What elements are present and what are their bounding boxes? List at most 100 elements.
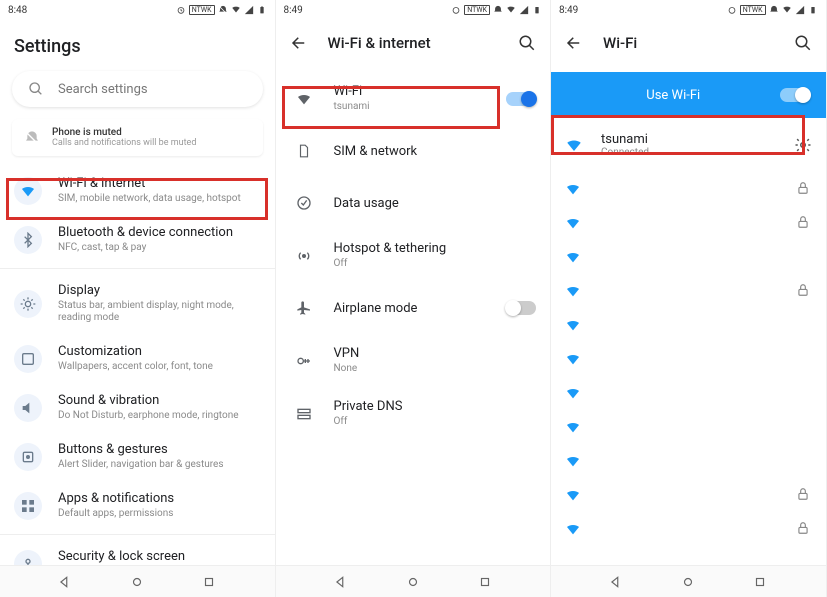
page-title: Wi-Fi & internet (328, 34, 499, 52)
nav-home-icon[interactable] (406, 575, 420, 589)
settings-item-bluetooth[interactable]: Bluetooth & device connection NFC, cast,… (0, 215, 275, 264)
wifi-icon (290, 85, 318, 113)
wifi-network-row[interactable] (551, 342, 826, 376)
muted-sub: Calls and notifications will be muted (52, 138, 196, 148)
nav-home-icon[interactable] (681, 575, 695, 589)
lock-icon (796, 181, 812, 197)
wifi-icon (565, 317, 581, 333)
back-button[interactable] (563, 32, 585, 54)
item-title: Hotspot & tethering (334, 241, 537, 256)
alarm-icon (451, 5, 461, 15)
back-button[interactable] (288, 32, 310, 54)
item-sub: Default apps, permissions (58, 508, 261, 520)
wifi-network-row[interactable] (551, 444, 826, 478)
item-sub: SIM, mobile network, data usage, hotspot (58, 193, 261, 205)
setting-sim[interactable]: SIM & network (276, 125, 551, 177)
search-button[interactable] (516, 32, 538, 54)
item-sub: None (334, 363, 537, 375)
phone-muted-card[interactable]: Phone is muted Calls and notifications w… (12, 119, 263, 156)
signal-icon (244, 5, 254, 15)
muted-title: Phone is muted (52, 127, 196, 138)
carrier-badge: NTWK (464, 5, 490, 15)
item-title: Wi-Fi (334, 84, 491, 99)
lock-icon (796, 487, 812, 503)
alarm-icon (176, 5, 186, 15)
settings-item-wifi[interactable]: Wi-Fi & internet SIM, mobile network, da… (0, 166, 275, 215)
setting-wifi[interactable]: Wi-Fi tsunami (276, 72, 551, 125)
wifi-toggle[interactable] (506, 92, 536, 106)
setting-vpn[interactable]: VPN None (276, 334, 551, 387)
item-sub: NFC, cast, tap & pay (58, 242, 261, 254)
page-title: Wi-Fi (603, 34, 774, 52)
item-sub: Do Not Disturb, earphone mode, ringtone (58, 410, 261, 422)
airplane-toggle[interactable] (506, 301, 536, 315)
wifi-icon (565, 487, 581, 503)
wifi-icon (565, 385, 581, 401)
search-input[interactable]: Search settings (12, 71, 263, 107)
wifi-network-row[interactable] (551, 410, 826, 444)
item-sub: Alert Slider, navigation bar & gestures (58, 459, 261, 471)
wifi-network-row[interactable] (551, 274, 826, 308)
battery-icon (808, 5, 818, 15)
wifi-network-row[interactable] (551, 240, 826, 274)
mute-icon (24, 130, 40, 146)
settings-item-gesture[interactable]: Buttons & gestures Alert Slider, navigat… (0, 432, 275, 481)
settings-item-volume[interactable]: Sound & vibration Do Not Disturb, earpho… (0, 383, 275, 432)
wifi-icon (565, 283, 581, 299)
settings-item-apps[interactable]: Apps & notifications Default apps, permi… (0, 481, 275, 530)
signal-icon (519, 5, 529, 15)
item-title: Customization (58, 344, 261, 359)
wifi-network-row[interactable] (551, 376, 826, 410)
dnd-icon (493, 5, 503, 15)
clock: 8:48 (8, 5, 27, 16)
status-bar: 8:49 NTWK (551, 0, 826, 20)
wifi-network-row[interactable] (551, 512, 826, 546)
nav-recent-icon[interactable] (753, 575, 767, 589)
wifi-icon (565, 419, 581, 435)
settings-gear-icon[interactable] (794, 136, 812, 154)
nav-back-icon[interactable] (609, 575, 623, 589)
vpn-icon (290, 347, 318, 375)
use-wifi-toggle[interactable] (780, 88, 810, 102)
dnd-icon (218, 5, 228, 15)
item-title: VPN (334, 346, 537, 361)
item-title: Apps & notifications (58, 491, 261, 506)
palette-icon (14, 345, 42, 373)
network-name: tsunami (601, 132, 776, 147)
network-status: Connected (601, 147, 776, 158)
connected-network-row[interactable]: tsunami Connected (551, 118, 826, 172)
volume-icon (14, 394, 42, 422)
settings-screen: 8:48 NTWK Settings Search settings Phone… (0, 0, 276, 597)
search-placeholder: Search settings (58, 82, 148, 97)
carrier-badge: NTWK (189, 5, 215, 15)
nav-bar (0, 565, 275, 597)
setting-airplane[interactable]: Airplane mode (276, 282, 551, 334)
brightness-icon (14, 290, 42, 318)
nav-back-icon[interactable] (58, 575, 72, 589)
use-wifi-label: Use Wi-Fi (567, 88, 780, 103)
search-button[interactable] (792, 32, 814, 54)
item-title: Airplane mode (334, 301, 491, 316)
nav-recent-icon[interactable] (478, 575, 492, 589)
wifi-network-row[interactable] (551, 206, 826, 240)
nav-bar (276, 565, 551, 597)
use-wifi-toggle-row[interactable]: Use Wi-Fi (551, 72, 826, 118)
nav-home-icon[interactable] (130, 575, 144, 589)
setting-dns[interactable]: Private DNS Off (276, 387, 551, 440)
item-sub: Off (334, 258, 537, 270)
nav-recent-icon[interactable] (202, 575, 216, 589)
setting-data[interactable]: Data usage (276, 177, 551, 229)
wifi-network-row[interactable] (551, 478, 826, 512)
wifi-status-icon (782, 5, 792, 15)
wifi-icon (14, 177, 42, 205)
nav-back-icon[interactable] (334, 575, 348, 589)
wifi-network-row[interactable] (551, 308, 826, 342)
settings-item-brightness[interactable]: Display Status bar, ambient display, nig… (0, 273, 275, 334)
setting-hotspot[interactable]: Hotspot & tethering Off (276, 229, 551, 282)
settings-item-palette[interactable]: Customization Wallpapers, accent color, … (0, 334, 275, 383)
carrier-badge: NTWK (740, 5, 766, 15)
airplane-icon (290, 294, 318, 322)
wifi-network-row[interactable] (551, 172, 826, 206)
data-icon (290, 189, 318, 217)
status-bar: 8:48 NTWK (0, 0, 275, 20)
